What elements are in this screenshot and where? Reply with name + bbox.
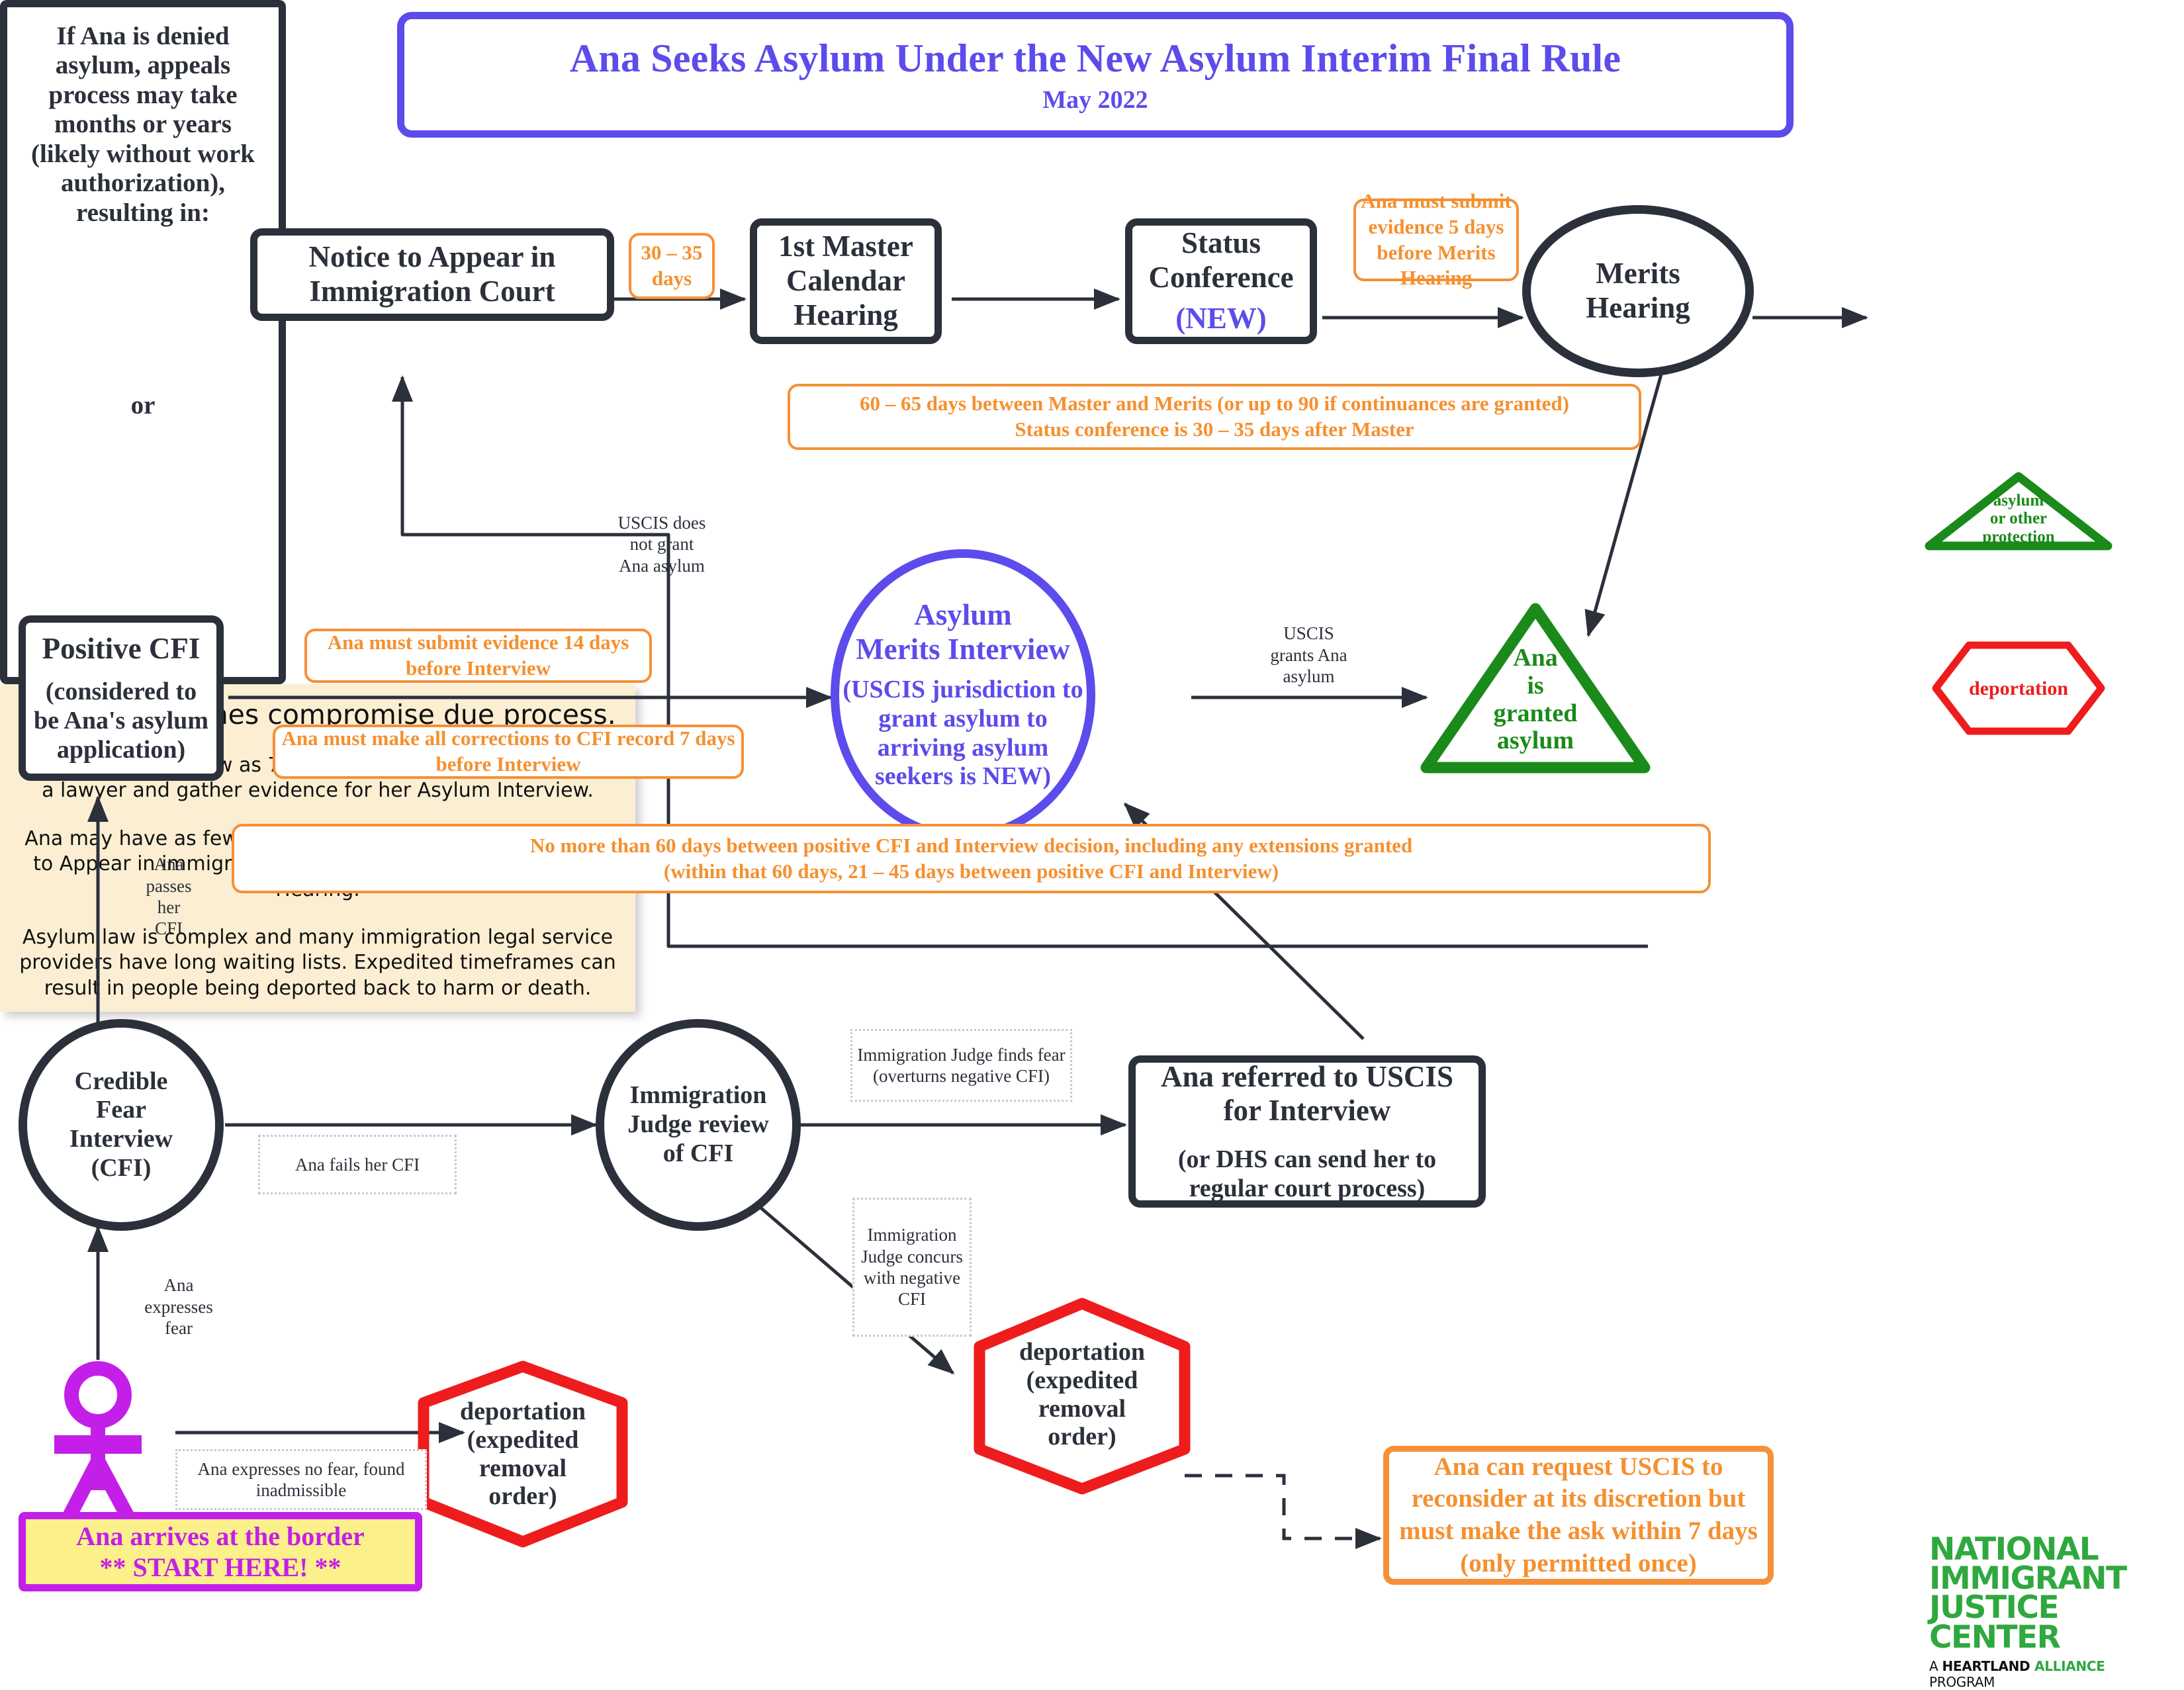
- appeals-description: If Ana is denied asylum, appeals process…: [30, 22, 255, 227]
- label-ana-passes-cfi: Ana passes her CFI: [146, 854, 192, 939]
- timing-master-merits: 60 – 65 days between Master and Merits (…: [788, 384, 1641, 450]
- label-deportation-right: deportation: [1969, 678, 2068, 699]
- label-deportation-left: deportation (expedited removal order): [460, 1398, 586, 1511]
- timing-evidence-5-days: Ana must submit evidence 5 days before M…: [1353, 189, 1519, 289]
- nijc-tag-heartland: HEARTLAND: [1942, 1658, 2035, 1674]
- timing-corrections-7-days: Ana must make all corrections to CFI rec…: [273, 725, 744, 779]
- node-positive-cfi[interactable]: Positive CFI (considered to be Ana's asy…: [19, 615, 224, 781]
- nijc-tag-alliance: ALLIANCE: [2034, 1658, 2105, 1674]
- appeals-or-label: or: [130, 391, 156, 420]
- nijc-line-3: JUSTICE CENTER: [1929, 1589, 2061, 1656]
- status-conference-new-badge: (NEW): [1175, 301, 1267, 335]
- timing-evidence-14-days: Ana must submit evidence 14 days before …: [304, 629, 652, 683]
- timing-sixty-days: No more than 60 days between positive CF…: [232, 824, 1711, 893]
- node-asylum-merits-interview[interactable]: Asylum Merits Interview (USCIS jurisdict…: [831, 549, 1095, 840]
- node-merits-hearing[interactable]: Merits Hearing: [1522, 205, 1754, 377]
- label-asylum-or-other-protection: asylum or other protection: [1982, 491, 2055, 546]
- ana-person-icon: [53, 1361, 144, 1539]
- node-status-conference[interactable]: Status Conference (NEW): [1125, 218, 1317, 344]
- page-title: Ana Seeks Asylum Under the New Asylum In…: [569, 36, 1621, 80]
- node-credible-fear-interview[interactable]: Credible Fear Interview (CFI): [19, 1019, 224, 1231]
- label-no-fear-inadmissible: Ana expresses no fear, found inadmissibl…: [175, 1449, 427, 1510]
- node-master-calendar-hearing[interactable]: 1st Master Calendar Hearing: [750, 218, 942, 344]
- appeals-outcome-panel: If Ana is denied asylum, appeals process…: [0, 0, 286, 684]
- label-ana-expresses-fear: Ana expresses fear: [144, 1275, 213, 1339]
- start-here-callout: Ana arrives at the border ** START HERE!…: [19, 1512, 422, 1591]
- node-referred-to-uscis[interactable]: Ana referred to USCIS for Interview (or …: [1128, 1055, 1486, 1208]
- label-ij-concurs-negative-cfi: Immigration Judge concurs with negative …: [852, 1198, 972, 1337]
- title-text-group: Ana Seeks Asylum Under the New Asylum In…: [404, 36, 1786, 114]
- timing-reconsider-7-days: Ana can request USCIS to reconsider at i…: [1383, 1446, 1774, 1585]
- label-ana-fails-cfi: Ana fails her CFI: [258, 1135, 457, 1194]
- nijc-tag-a: A: [1929, 1658, 1942, 1674]
- node-notice-to-appear[interactable]: Notice to Appear in Immigration Court: [250, 228, 614, 321]
- page-subtitle: May 2022: [1042, 85, 1148, 114]
- nijc-logo: NATIONAL IMMIGRANT JUSTICE CENTER A HEAR…: [1929, 1534, 2154, 1690]
- timing-30-35-days: 30 – 35 days: [629, 233, 715, 299]
- start-line-2: ** START HERE! **: [99, 1552, 341, 1582]
- title-banner: Ana Seeks Asylum Under the New Asylum In…: [397, 12, 1794, 138]
- flowchart-canvas: Ana Seeks Asylum Under the New Asylum In…: [0, 0, 2184, 1690]
- label-uscis-grants-asylum: USCIS grants Ana asylum: [1270, 623, 1347, 687]
- start-line-1: Ana arrives at the border: [76, 1521, 365, 1551]
- label-deportation-mid: deportation (expedited removal order): [1019, 1338, 1145, 1451]
- nijc-tag-program: PROGRAM: [1929, 1673, 1995, 1690]
- label-ana-granted-asylum: Ana is granted asylum: [1493, 643, 1578, 755]
- nijc-tagline: A HEARTLAND ALLIANCE PROGRAM: [1929, 1658, 2154, 1690]
- label-uscis-not-grant: USCIS does not grant Ana asylum: [617, 512, 706, 576]
- node-ij-review-of-cfi[interactable]: Immigration Judge review of CFI: [596, 1019, 801, 1231]
- rushed-deadlines-para-3: Asylum law is complex and many immigrati…: [19, 925, 616, 1000]
- label-ij-finds-fear: Immigration Judge finds fear (overturns …: [850, 1029, 1072, 1102]
